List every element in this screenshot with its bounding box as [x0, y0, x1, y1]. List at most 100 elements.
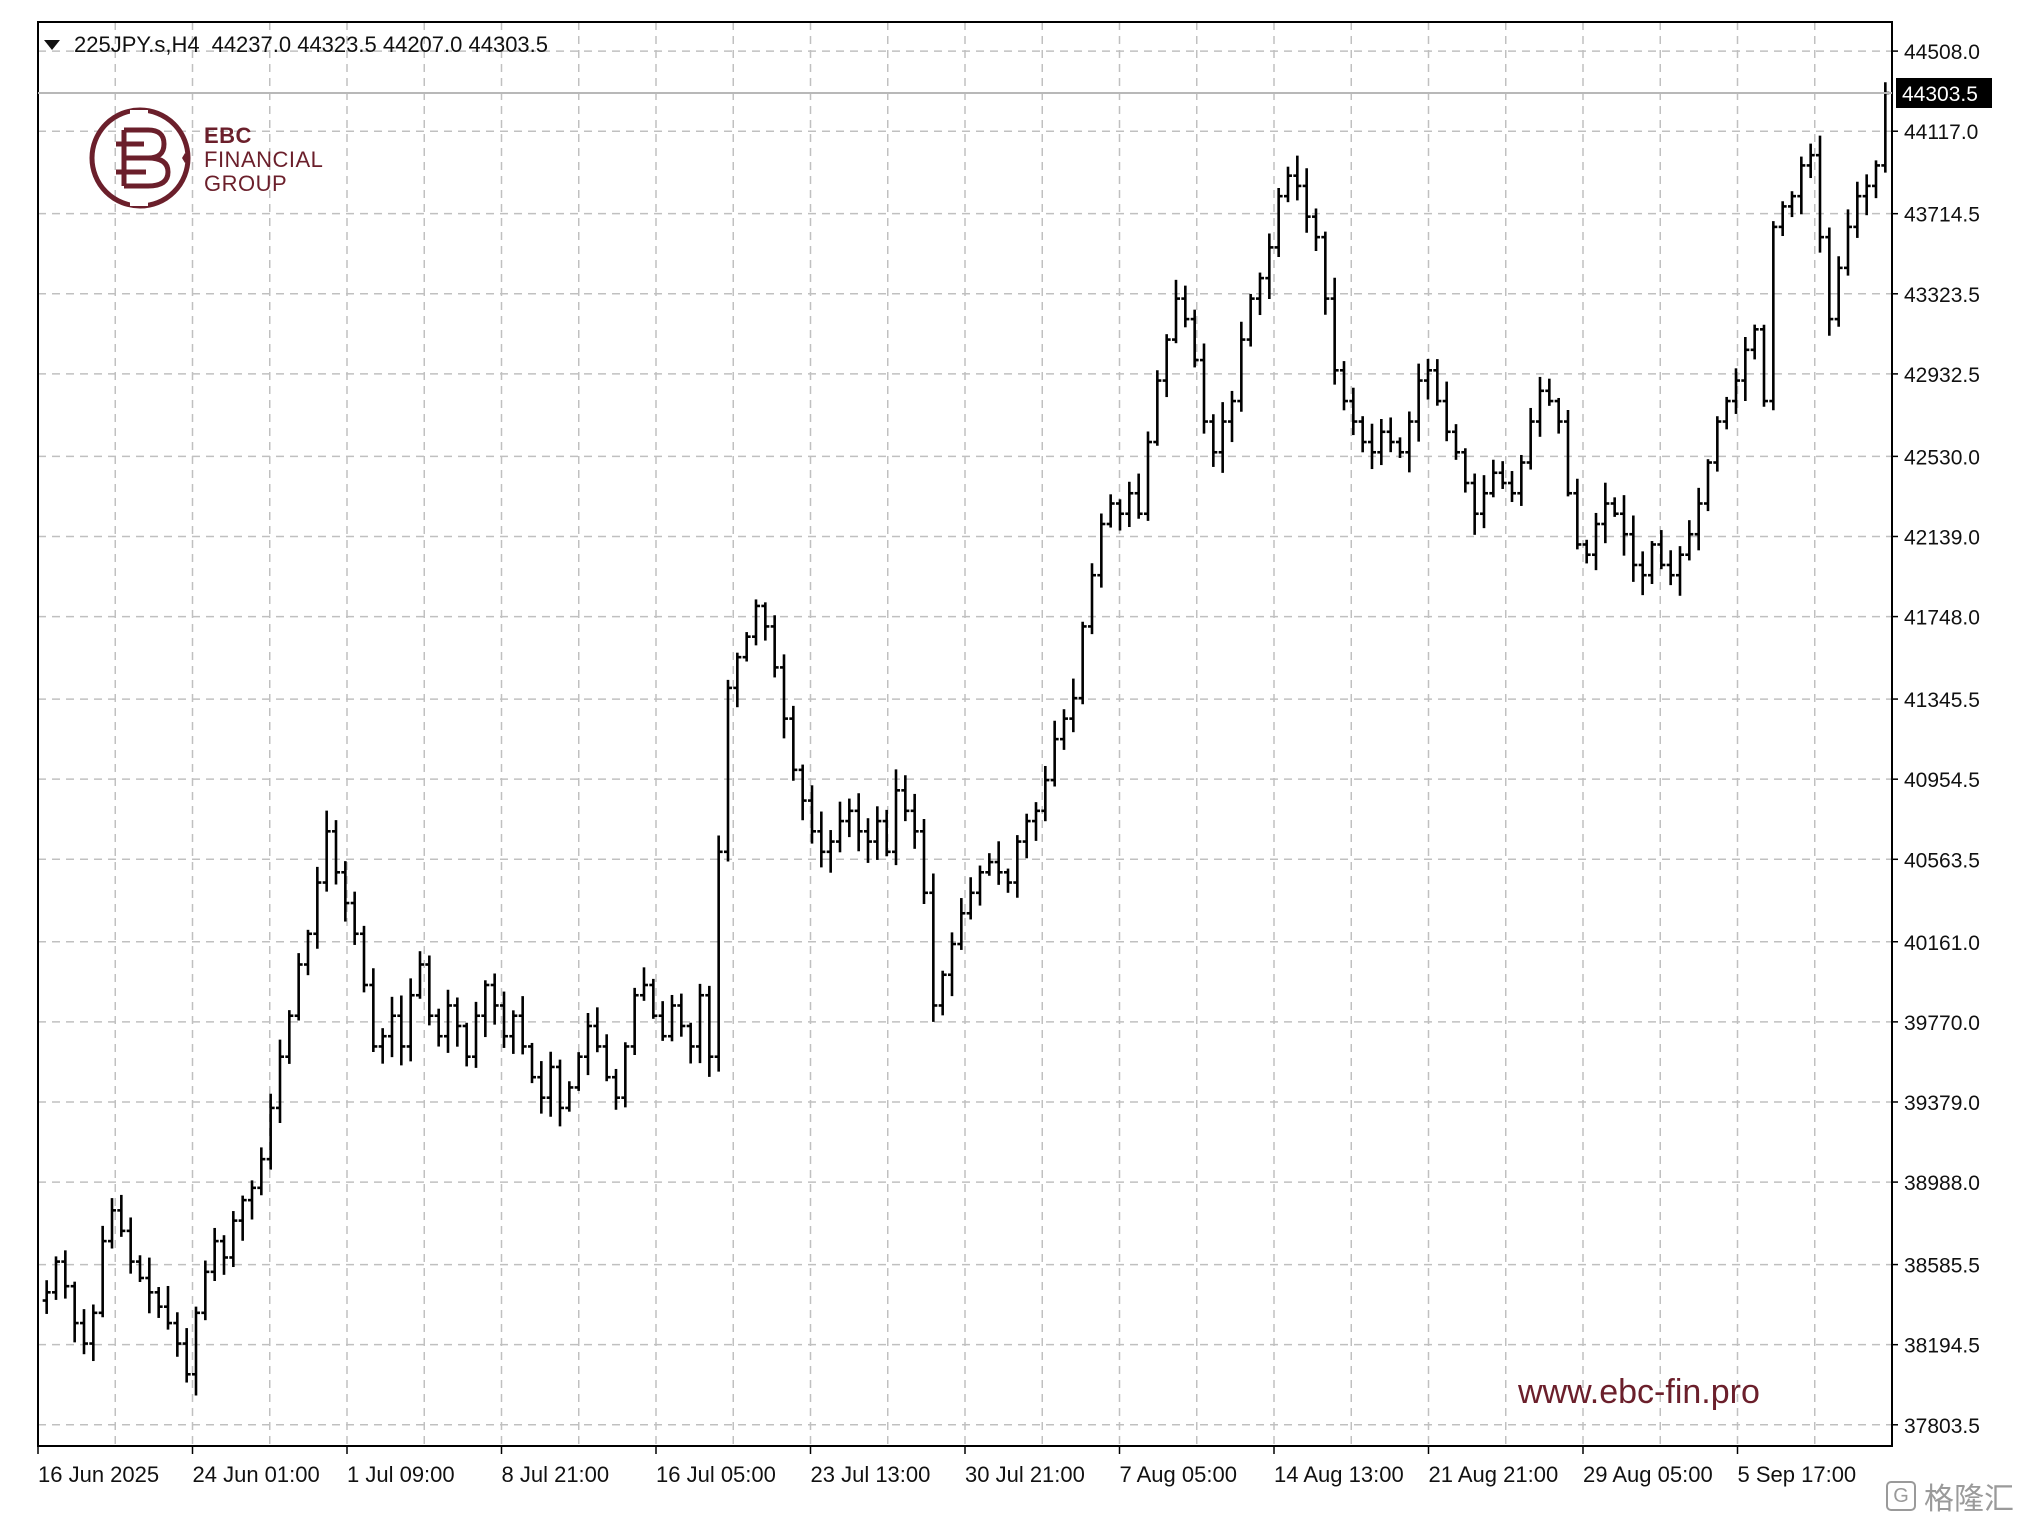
ohlc-bar [332, 820, 340, 885]
ebc-logo-icon [89, 107, 191, 209]
ohlc-bar [1676, 546, 1684, 596]
ohlc-bar [1424, 358, 1432, 400]
ohlc-bar [994, 841, 1003, 885]
ohlc-bar [1228, 390, 1236, 443]
ohlc-bar [696, 983, 704, 1064]
ohlc-bar [1554, 397, 1563, 434]
ohlc-bar [1060, 709, 1068, 750]
ohlc-bar [397, 995, 406, 1066]
y-tick-label: 39770.0 [1904, 1012, 1980, 1035]
ohlc-bar [434, 1008, 443, 1047]
ohlc-bar [1218, 402, 1227, 473]
watermark: G 格隆汇 [1886, 1474, 2014, 1518]
ohlc-bar [1153, 370, 1162, 446]
ohlc-bar [1620, 495, 1628, 556]
y-tick-label: 40161.0 [1904, 932, 1980, 955]
ohlc-bar [1452, 424, 1460, 460]
price-axis: 44508.0 44117.0 43714.5 43323.5 42932.5 42530… [1892, 41, 1992, 1438]
ohlc-bar [976, 865, 984, 906]
y-tick-label: 43323.5 [1904, 284, 1980, 307]
ohlc-bar [341, 861, 350, 922]
ohlc-bar [882, 809, 891, 857]
ohlc-bar [313, 866, 322, 949]
ohlc-bar [929, 873, 938, 1022]
ohlc-bar [1844, 209, 1852, 276]
ohlc-bar [892, 769, 900, 866]
ohlc-bar [1489, 459, 1498, 498]
ohlc-bar [229, 1211, 238, 1268]
ohlc-bar [705, 985, 714, 1077]
ohlc-bar [1592, 512, 1600, 571]
price-chart[interactable]: 44508.0 44117.0 43714.5 43323.5 42932.5 42530… [0, 0, 2028, 1514]
ohlc-bar [136, 1255, 144, 1282]
ohlc-bar [164, 1285, 172, 1330]
ohlc-bar [770, 615, 779, 678]
ohlc-bar [425, 955, 434, 1026]
ohlc-bar [1340, 361, 1348, 411]
watermark-text: 格隆汇 [1924, 1483, 2014, 1516]
ohlc-bar [1442, 381, 1451, 442]
ohlc-bar [1265, 233, 1274, 299]
ohlc-bar [761, 602, 770, 641]
ohlc-bar [1162, 334, 1171, 398]
ohlc-bar [1862, 174, 1871, 216]
x-tick-label: 16 Jun 2025 [38, 1462, 159, 1487]
x-tick-label: 8 Jul 21:00 [502, 1462, 610, 1487]
y-tick-label: 40563.5 [1904, 849, 1980, 872]
ohlc-bar [1853, 181, 1862, 238]
ohlc-bar [789, 705, 798, 781]
ohlc-bar [1078, 621, 1087, 705]
y-tick-label: 43714.5 [1904, 204, 1980, 227]
ohlc-bar [1536, 376, 1544, 437]
x-tick-label: 7 Aug 05:00 [1120, 1462, 1237, 1487]
ohlc-bar [864, 818, 872, 863]
ohlc-bar [1088, 563, 1096, 635]
chart-header[interactable]: 225JPY.s,H4 44237.0 44323.5 44207.0 4430… [44, 32, 548, 58]
ohlc-bar [1358, 416, 1367, 453]
x-tick-label: 5 Sep 17:00 [1738, 1462, 1857, 1487]
ohlc-bar [1685, 520, 1694, 561]
ohlc-bar [257, 1147, 266, 1196]
ohlc-bar [350, 891, 359, 945]
ohlc-bar [1713, 416, 1722, 472]
ohlc-bar [481, 980, 490, 1038]
ohlc-bar [1368, 423, 1376, 470]
ohlc-bar [304, 929, 312, 976]
logo-line-group: GROUP [204, 171, 288, 196]
website-link[interactable]: www.ebc-fin.pro [1518, 1373, 1760, 1412]
ohlc-bar [145, 1257, 154, 1314]
y-tick-label: 38194.5 [1904, 1335, 1980, 1358]
ohlc-bar [593, 1007, 602, 1053]
ohlc-bar [1694, 487, 1703, 551]
ohlc-bar [602, 1034, 611, 1082]
ohlc-bar [1508, 471, 1516, 503]
ohlc-bar [1125, 481, 1134, 528]
ohlc-bar [1293, 155, 1302, 201]
ebc-logo: EBC FINANCIAL GROUP [86, 104, 323, 216]
ohlc-bar [1302, 168, 1311, 233]
ohlc-bar [528, 1042, 536, 1084]
dropdown-triangle-icon[interactable] [44, 40, 60, 50]
y-tick-label: 44117.0 [1904, 121, 1978, 144]
x-tick-label: 23 Jul 13:00 [811, 1462, 931, 1487]
ohlc-bar [220, 1235, 228, 1275]
ohlc-bar [1480, 475, 1488, 529]
ohlc-bar [294, 953, 303, 1021]
ohlc-bar [649, 978, 658, 1019]
symbol-label: 225JPY.s,H4 [74, 32, 200, 57]
ohlc-bar [845, 798, 854, 838]
ohlc-bar [1610, 497, 1619, 517]
ohlc-bar [901, 775, 910, 822]
ohlc-bar [808, 785, 816, 844]
ohlc-bar [658, 1001, 667, 1041]
ohlc-bar [686, 1022, 695, 1064]
logo-line-ebc: EBC [204, 123, 252, 148]
y-tick-label: 42932.5 [1904, 364, 1980, 387]
ohlc-bar [248, 1180, 256, 1220]
ohlc-bar [873, 806, 882, 860]
x-tick-label: 1 Jul 09:00 [347, 1462, 455, 1487]
ohlc-bar [1097, 513, 1106, 588]
ohlc-bar [1116, 499, 1124, 531]
svg-text:44303.5: 44303.5 [1902, 83, 1978, 106]
ohlc-bar [1200, 343, 1208, 434]
